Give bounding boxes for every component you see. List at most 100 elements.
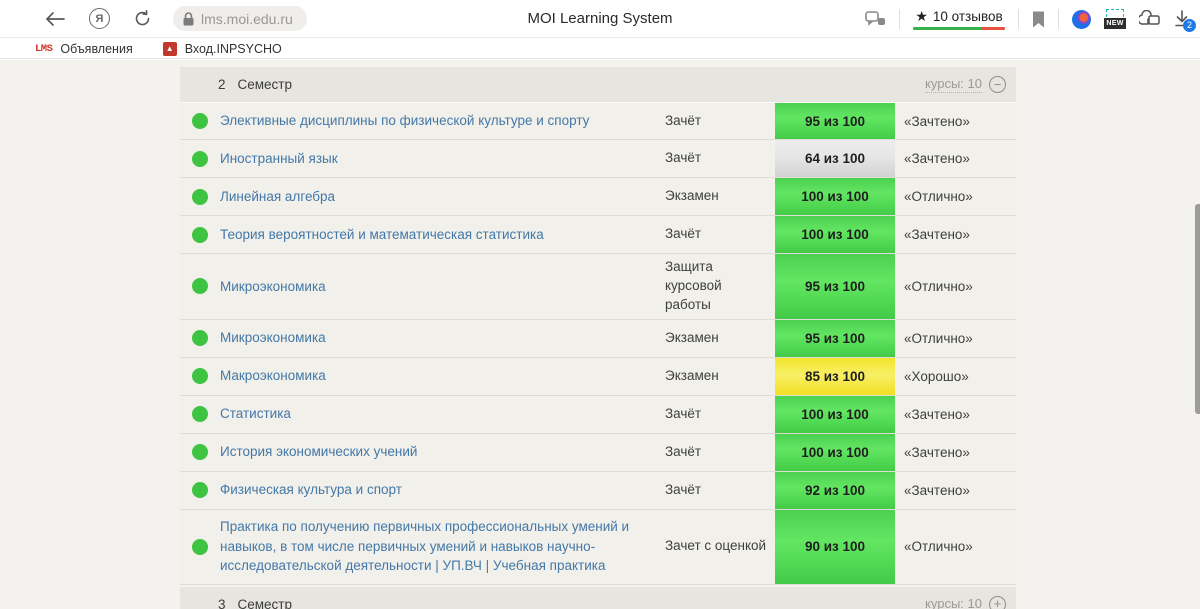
course-link[interactable]: Микроэкономика bbox=[220, 322, 665, 354]
yandex-logo-icon[interactable]: Я bbox=[89, 8, 110, 29]
lms-page: 2 Семестр курсы: 10 − Элективные дисципл… bbox=[0, 60, 1200, 609]
grade-text: «Отлично» bbox=[895, 279, 1016, 294]
course-link[interactable]: Практика по получению первичных професси… bbox=[220, 511, 665, 582]
assessment-type: Зачёт bbox=[665, 145, 775, 172]
grade-text: «Хорошо» bbox=[895, 369, 1016, 384]
assessment-type: Зачёт bbox=[665, 221, 775, 248]
grades-table-body: Элективные дисциплины по физической куль… bbox=[180, 102, 1016, 585]
status-dot-cell bbox=[180, 189, 220, 205]
course-row: Микроэкономика Защита курсовой работы 95… bbox=[180, 254, 1016, 320]
grade-text: «Зачтено» bbox=[895, 445, 1016, 460]
new-badge: NEW bbox=[1104, 18, 1126, 29]
status-dot-icon bbox=[192, 278, 208, 294]
course-row: История экономических учений Зачёт 100 и… bbox=[180, 434, 1016, 472]
extension-new-icon[interactable]: NEW bbox=[1104, 9, 1126, 29]
status-dot-icon bbox=[192, 444, 208, 460]
grade-text: «Зачтено» bbox=[895, 227, 1016, 242]
semester-number: 2 bbox=[218, 77, 226, 92]
score-cell: 95 из 100 bbox=[775, 254, 895, 319]
browser-toolbar: Я lms.moi.edu.ru MOI Learning System ★ 1… bbox=[0, 0, 1200, 38]
lms-favicon: LMS bbox=[35, 43, 52, 55]
divider bbox=[1018, 9, 1019, 29]
status-dot-cell bbox=[180, 482, 220, 498]
extension-browser-icon[interactable] bbox=[1072, 10, 1091, 29]
assessment-type: Зачёт bbox=[665, 439, 775, 466]
grade-text: «Отлично» bbox=[895, 539, 1016, 554]
bookmark-label: Объявления bbox=[60, 42, 132, 56]
status-dot-icon bbox=[192, 368, 208, 384]
semester-label: Семестр bbox=[238, 77, 293, 92]
status-dot-cell bbox=[180, 151, 220, 167]
course-link[interactable]: Физическая культура и спорт bbox=[220, 474, 665, 506]
semester-2-header: 2 Семестр курсы: 10 − bbox=[180, 67, 1016, 102]
course-link[interactable]: Микроэкономика bbox=[220, 271, 665, 303]
expand-semester-button[interactable]: + bbox=[989, 596, 1006, 609]
lock-icon bbox=[183, 12, 194, 26]
status-dot-cell bbox=[180, 368, 220, 384]
status-dot-icon bbox=[192, 406, 208, 422]
download-count-badge: 2 bbox=[1183, 19, 1196, 32]
status-dot-cell bbox=[180, 330, 220, 346]
semester-3-header: 3 Семестр курсы: 10 + bbox=[180, 587, 1016, 609]
refresh-button[interactable] bbox=[134, 10, 151, 27]
bookmark-flag-icon[interactable] bbox=[1032, 11, 1045, 28]
status-dot-cell bbox=[180, 444, 220, 460]
score-cell: 85 из 100 bbox=[775, 358, 895, 395]
courses-count-link[interactable]: курсы: 10 bbox=[925, 596, 982, 609]
course-link[interactable]: Элективные дисциплины по физической куль… bbox=[220, 105, 665, 137]
bookmark-inpsycho[interactable]: ▲ Вход.INPSYCHO bbox=[163, 42, 282, 56]
back-button[interactable] bbox=[45, 12, 65, 26]
divider bbox=[1058, 9, 1059, 29]
course-row: Макроэкономика Экзамен 85 из 100 «Хорошо… bbox=[180, 358, 1016, 396]
course-row: Физическая культура и спорт Зачёт 92 из … bbox=[180, 472, 1016, 510]
status-dot-icon bbox=[192, 189, 208, 205]
semester-label: Семестр bbox=[238, 597, 293, 609]
assessment-type: Зачёт bbox=[665, 477, 775, 504]
assessment-type: Защита курсовой работы bbox=[665, 254, 775, 319]
course-link[interactable]: Макроэкономика bbox=[220, 360, 665, 392]
inpsycho-favicon: ▲ bbox=[163, 42, 177, 56]
status-dot-cell bbox=[180, 113, 220, 129]
score-cell: 100 из 100 bbox=[775, 178, 895, 215]
score-cell: 100 из 100 bbox=[775, 434, 895, 471]
course-link[interactable]: История экономических учений bbox=[220, 436, 665, 468]
status-dot-cell bbox=[180, 406, 220, 422]
address-bar[interactable]: lms.moi.edu.ru bbox=[173, 6, 307, 31]
refresh-icon bbox=[134, 10, 151, 27]
collapse-semester-button[interactable]: − bbox=[989, 76, 1006, 93]
course-link[interactable]: Иностранный язык bbox=[220, 143, 665, 175]
bookmark-announcements[interactable]: LMS Объявления bbox=[35, 42, 133, 56]
url-text: lms.moi.edu.ru bbox=[201, 11, 293, 27]
status-dot-icon bbox=[192, 330, 208, 346]
status-dot-cell bbox=[180, 278, 220, 294]
score-cell: 95 из 100 bbox=[775, 320, 895, 357]
course-row: Иностранный язык Зачёт 64 из 100 «Зачтен… bbox=[180, 140, 1016, 178]
bookmarks-bar: LMS Объявления ▲ Вход.INPSYCHO bbox=[0, 39, 1200, 59]
score-cell: 90 из 100 bbox=[775, 510, 895, 584]
downloads-button[interactable]: 2 bbox=[1174, 10, 1190, 28]
score-cell: 64 из 100 bbox=[775, 140, 895, 177]
messenger-icon[interactable] bbox=[865, 11, 886, 28]
gradebook: 2 Семестр курсы: 10 − Элективные дисципл… bbox=[180, 67, 1016, 609]
course-link[interactable]: Линейная алгебра bbox=[220, 181, 665, 213]
assessment-type: Экзамен bbox=[665, 183, 775, 210]
assessment-type: Зачёт bbox=[665, 401, 775, 428]
assessment-type: Зачёт bbox=[665, 108, 775, 135]
course-row: Теория вероятностей и математическая ста… bbox=[180, 216, 1016, 254]
assessment-type: Зачет с оценкой bbox=[665, 533, 775, 560]
status-dot-cell bbox=[180, 227, 220, 243]
semester-number: 3 bbox=[218, 597, 226, 609]
grade-text: «Зачтено» bbox=[895, 151, 1016, 166]
courses-count-link[interactable]: курсы: 10 bbox=[925, 76, 982, 93]
reviews-count: 10 отзывов bbox=[933, 9, 1003, 24]
status-dot-cell bbox=[180, 539, 220, 555]
scrollbar-thumb[interactable] bbox=[1195, 204, 1200, 414]
reviews-widget[interactable]: ★ 10 отзывов bbox=[913, 8, 1005, 30]
course-link[interactable]: Статистика bbox=[220, 398, 665, 430]
grade-text: «Отлично» bbox=[895, 331, 1016, 346]
collections-icon[interactable] bbox=[1139, 10, 1161, 29]
camera-frame-icon bbox=[1106, 9, 1124, 17]
grade-text: «Отлично» bbox=[895, 189, 1016, 204]
divider bbox=[899, 9, 900, 29]
course-link[interactable]: Теория вероятностей и математическая ста… bbox=[220, 219, 665, 251]
